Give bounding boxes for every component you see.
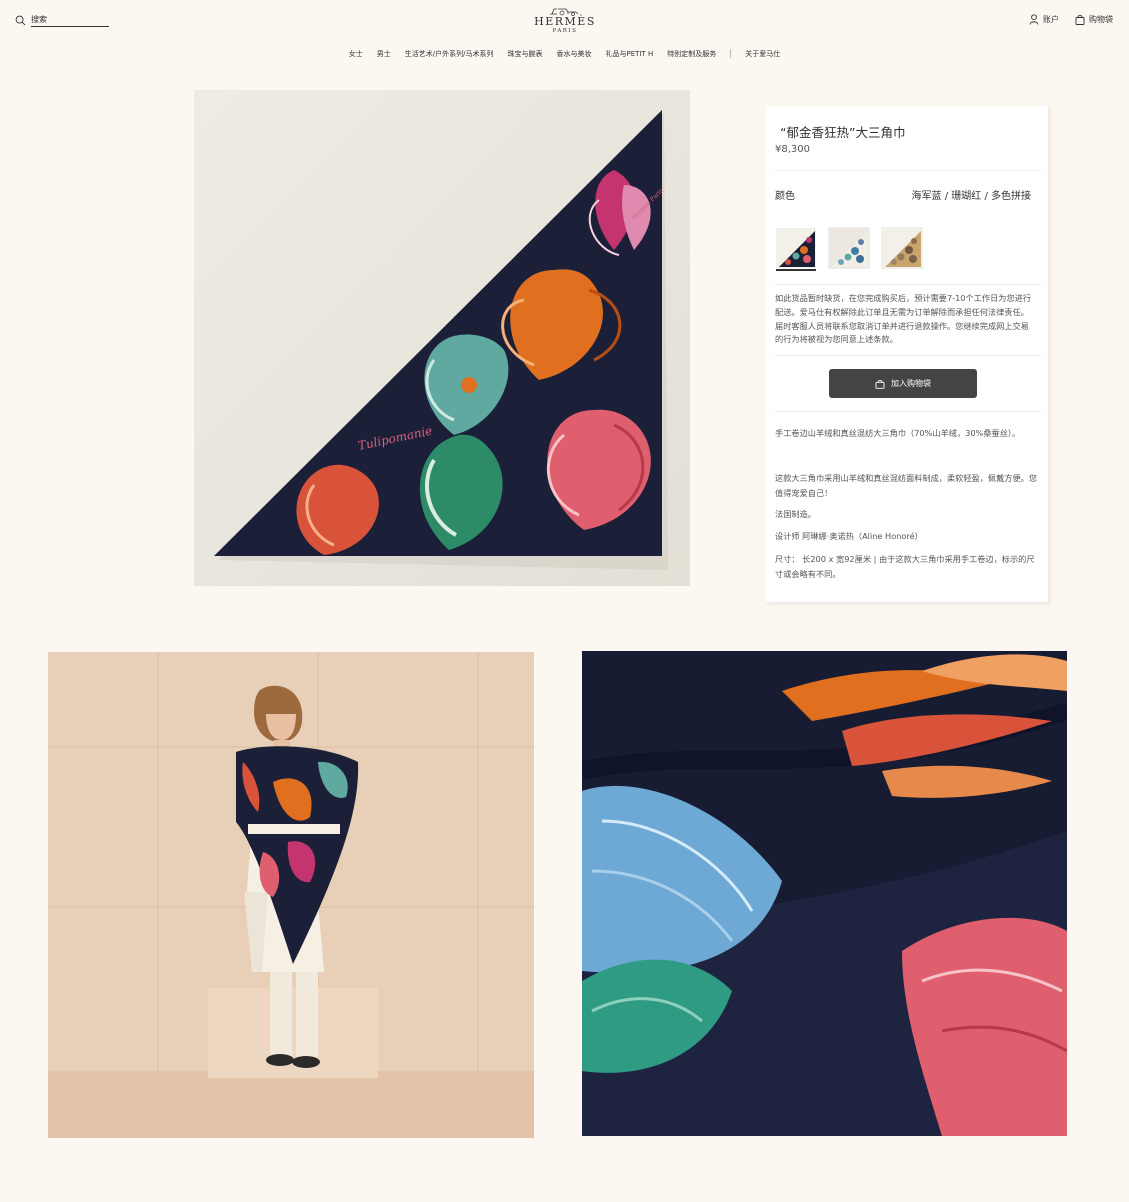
logo-wordmark: HERMÈS [534,15,596,28]
nav-item-jewelry-watches[interactable]: 珠宝与腕表 [500,49,549,59]
color-value: 海军蓝 / 珊瑚红 / 多色拼接 [911,191,1031,202]
nav-item-gifts-petit-h[interactable]: 礼品与PETIT H [598,49,660,59]
product-description: 这款大三角巾采用山羊绒和真丝混纺面料制成，柔软轻盈，佩戴方便。您值得宠爱自己！ [775,473,1038,498]
nav-item-men[interactable]: 男士 [370,49,398,59]
swatch-ecru-blue[interactable] [828,227,870,269]
nav-item-about[interactable]: 关于爱马仕 [738,49,787,59]
product-origin: 法国制造。 [775,509,816,519]
swatch-camel[interactable] [881,227,923,269]
nav-item-fragrance-beauty[interactable]: 香水与美妆 [549,49,598,59]
nav-divider [730,49,732,58]
shopping-bag-link[interactable]: 购物袋 [1075,14,1113,25]
nav-item-services[interactable]: 特别定制及服务 [660,49,723,59]
divider [775,170,1041,171]
divider [775,355,1041,356]
logo-subtitle: PARIS [552,28,578,34]
product-dimensions: 尺寸： 长200 x 宽92厘米 | 由于这款大三角巾采用手工卷边，标示的尺寸或… [775,554,1035,579]
scarf-illustration: Tulipomanie Hermès Paris [194,90,690,586]
search-icon [15,15,26,26]
product-material: 手工卷边山羊绒和真丝混纺大三角巾（70%山羊绒，30%桑蚕丝）。 [775,428,1021,438]
bag-icon [1075,15,1085,25]
divider [775,284,1041,285]
ecru-scarf-thumbnail [829,228,869,268]
color-label: 颜色 [775,191,795,202]
divider [775,411,1041,412]
camel-scarf-thumbnail [882,228,922,268]
header: 搜索 HERMÈS PARIS 账户 购物袋 [0,0,1129,40]
product-info-panel: “郁金香狂热”大三角巾 ¥8,300 颜色 海军蓝 / 珊瑚红 / 多色拼接 如… [766,106,1048,602]
account-link[interactable]: 账户 [1029,14,1059,25]
main-nav: 女士 男士 生活艺术/户外系列/马术系列 珠宝与腕表 香水与美妆 礼品与PETI… [0,49,1129,59]
model-photo [48,652,534,1138]
hermes-logo[interactable]: HERMÈS PARIS [527,6,603,35]
stock-notice: 如此货品暂时缺货，在您完成购买后，预计需要7-10个工作日为您进行配送。爱马仕有… [775,293,1032,345]
model-wearing-scarf-image[interactable] [48,652,534,1138]
add-to-bag-button[interactable]: 加入购物袋 [829,369,977,398]
fabric-detail-image[interactable] [582,651,1067,1136]
add-to-bag-label: 加入购物袋 [891,379,931,388]
product-price: ¥8,300 [775,144,810,155]
search-placeholder[interactable]: 搜索 [31,14,109,27]
bag-label: 购物袋 [1089,15,1113,24]
user-icon [1029,14,1039,25]
nav-item-home-outdoor-equestrian[interactable]: 生活艺术/户外系列/马术系列 [398,49,501,59]
navy-scarf-thumbnail [776,228,816,268]
product-title: “郁金香狂热”大三角巾 [780,125,906,140]
bag-icon [875,379,885,389]
swatch-navy[interactable] [775,227,817,269]
product-main-image[interactable]: Tulipomanie Hermès Paris [194,90,690,586]
search-input[interactable]: 搜索 [15,14,109,27]
product-designer: 设计师 阿琳娜·奥诺热（Aline Honoré） [775,531,923,541]
fabric-closeup [582,651,1067,1136]
nav-item-women[interactable]: 女士 [342,49,370,59]
account-label: 账户 [1043,15,1059,24]
